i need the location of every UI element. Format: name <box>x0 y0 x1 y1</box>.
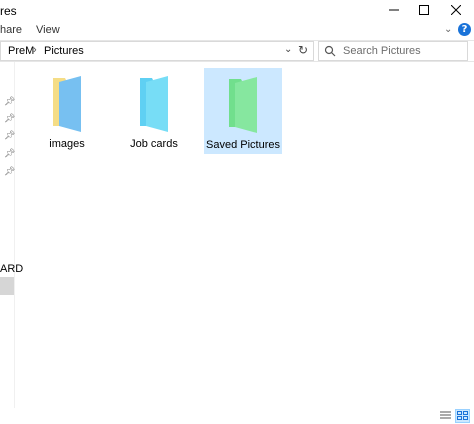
folder-icon <box>217 75 269 138</box>
pin-icon[interactable]: 📌︎ <box>4 166 15 177</box>
maximize-button[interactable] <box>408 0 440 20</box>
folder-label: Saved Pictures <box>206 139 280 151</box>
folder-icon <box>41 74 93 137</box>
search-icon <box>324 45 336 60</box>
nav-scrollbar-thumb[interactable] <box>0 277 14 295</box>
address-bar[interactable]: PreM › Pictures ⌄ ↻ <box>0 41 314 61</box>
help-icon[interactable]: ? <box>458 23 471 36</box>
minimize-icon <box>389 5 399 15</box>
expand-ribbon-icon[interactable]: ⌄ <box>444 24 452 35</box>
large-icons-view-button[interactable] <box>455 409 470 423</box>
ribbon: hare View ⌄ ? <box>0 20 474 40</box>
folder-front <box>59 76 81 132</box>
breadcrumb-prem[interactable]: PreM <box>8 45 34 57</box>
folder-item-job-cards[interactable]: Job cards <box>116 68 192 152</box>
pin-icon[interactable]: 📌︎ <box>4 148 15 159</box>
large-icons-view-icon <box>457 409 468 423</box>
title-bar: res <box>0 0 474 20</box>
close-button[interactable] <box>440 0 472 20</box>
details-view-icon <box>440 409 451 423</box>
folder-item-saved-pictures[interactable]: Saved Pictures <box>204 68 282 154</box>
search-input[interactable] <box>343 44 463 58</box>
navigation-pane: 📌︎ 📌︎ 📌︎ 📌︎ 📌︎ ARD <box>0 62 23 408</box>
file-list: images Job cards Saved Pictures <box>15 62 474 408</box>
pin-icon[interactable]: 📌︎ <box>4 113 15 124</box>
search-box[interactable] <box>318 41 468 61</box>
breadcrumb-pictures[interactable]: Pictures <box>44 45 84 57</box>
status-bar <box>0 408 474 424</box>
tab-share[interactable]: hare <box>0 24 22 36</box>
chevron-right-icon[interactable]: › <box>33 44 37 56</box>
window-title: res <box>0 4 17 18</box>
pin-icon[interactable]: 📌︎ <box>4 130 15 141</box>
chevron-down-icon[interactable]: ⌄ <box>284 44 292 55</box>
folder-label: images <box>49 138 85 150</box>
folder-icon <box>128 74 180 137</box>
close-icon <box>451 5 461 15</box>
pin-icon[interactable]: 📌︎ <box>4 96 15 107</box>
folder-item-images[interactable]: images <box>29 68 105 152</box>
minimize-button[interactable] <box>378 0 410 20</box>
tab-view[interactable]: View <box>36 24 60 36</box>
refresh-icon[interactable]: ↻ <box>298 43 308 57</box>
details-view-button[interactable] <box>438 409 453 423</box>
folder-label: Job cards <box>130 138 178 150</box>
maximize-icon <box>419 5 429 15</box>
